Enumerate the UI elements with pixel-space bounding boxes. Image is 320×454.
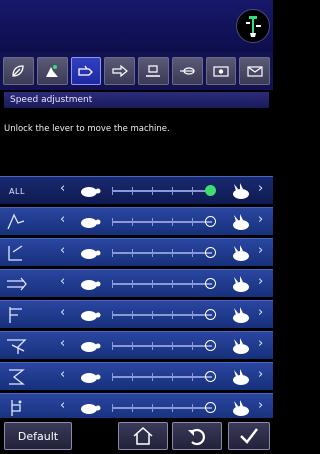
- speed-slider-knob[interactable]: [205, 340, 216, 351]
- rabbit-icon: [233, 400, 249, 416]
- rabbit-icon: [233, 183, 249, 199]
- speed-row-2: ‹ ›: [0, 238, 273, 266]
- check-icon: [240, 428, 258, 444]
- stitch-mode-3-icon: [7, 277, 27, 291]
- stitch-mode-1-icon: [7, 213, 25, 230]
- rabbit-icon: [233, 245, 249, 261]
- speed-row-5: ‹ ›: [0, 331, 273, 359]
- tab-arrow-right[interactable]: [104, 57, 135, 85]
- message-panel: Unlock the lever to move the machine.: [0, 110, 273, 176]
- tool-tab-bar: [0, 52, 273, 90]
- turtle-icon: [81, 249, 101, 259]
- turtle-icon: [81, 311, 101, 321]
- speed-slider-knob[interactable]: [205, 247, 216, 258]
- decrease-arrow-icon[interactable]: ‹: [60, 212, 65, 227]
- increase-arrow-icon[interactable]: ›: [258, 212, 263, 227]
- stitch-mode-6-icon: [9, 369, 25, 385]
- turtle-icon: [81, 218, 101, 228]
- decrease-arrow-icon[interactable]: ‹: [60, 243, 65, 258]
- rabbit-icon: [233, 214, 249, 230]
- bottom-bar: Default: [0, 418, 273, 454]
- tab-leaf[interactable]: [3, 57, 34, 85]
- home-button[interactable]: [118, 422, 168, 450]
- tab-speed-foot[interactable]: [70, 57, 102, 85]
- ok-button[interactable]: [228, 422, 270, 450]
- undo-icon: [188, 428, 205, 446]
- thread-icon: [180, 67, 195, 75]
- speed-row-4: ‹ ›: [0, 300, 273, 328]
- stitch-mode-7-icon: [11, 400, 22, 416]
- increase-arrow-icon[interactable]: ›: [258, 305, 263, 320]
- decrease-arrow-icon[interactable]: ‹: [60, 181, 65, 196]
- increase-arrow-icon[interactable]: ›: [258, 274, 263, 289]
- section-title: Speed adjustment: [4, 92, 269, 108]
- speed-rows: ALL ‹ › ‹ › ‹ › ‹ › ‹ › ‹ › ‹ › ‹ ›: [0, 176, 273, 424]
- rabbit-icon: [233, 338, 249, 354]
- rabbit-icon: [233, 369, 249, 385]
- arrow-right-icon: [112, 64, 128, 78]
- all-label: ALL: [9, 186, 25, 196]
- rabbit-icon: [233, 307, 249, 323]
- speed-row-1: ‹ ›: [0, 207, 273, 235]
- sewing-machine-icon[interactable]: [236, 9, 270, 43]
- tab-presser-foot[interactable]: [36, 57, 68, 85]
- speed-slider-knob[interactable]: [205, 402, 216, 413]
- decrease-arrow-icon[interactable]: ‹: [60, 367, 65, 382]
- speed-slider-knob[interactable]: [205, 371, 216, 382]
- speed-row-3: ‹ ›: [0, 269, 273, 297]
- speed-slider-track[interactable]: [112, 311, 212, 319]
- increase-arrow-icon[interactable]: ›: [258, 243, 263, 258]
- turtle-icon: [81, 280, 101, 290]
- speed-slider-track[interactable]: [112, 218, 212, 226]
- speed-slider-track[interactable]: [112, 342, 212, 350]
- stitch-icon: [146, 65, 161, 77]
- increase-arrow-icon[interactable]: ›: [258, 398, 263, 413]
- speed-row-6: ‹ ›: [0, 362, 273, 390]
- turtle-icon: [81, 373, 101, 383]
- tab-stitch[interactable]: [138, 57, 169, 85]
- turtle-icon: [81, 187, 101, 197]
- speed-slider-track[interactable]: [112, 249, 212, 257]
- increase-arrow-icon[interactable]: ›: [258, 181, 263, 196]
- speed-row-all: ALL ‹ ›: [0, 176, 273, 204]
- speed-slider-track[interactable]: [112, 373, 212, 381]
- stitch-mode-5-icon: [7, 339, 27, 354]
- tab-mail[interactable]: [239, 57, 270, 85]
- speed-slider-track[interactable]: [112, 404, 212, 412]
- speed-slider-track[interactable]: [112, 187, 212, 195]
- speed-row-7: ‹ ›: [0, 393, 273, 421]
- increase-arrow-icon[interactable]: ›: [258, 336, 263, 351]
- tab-card[interactable]: [205, 57, 237, 85]
- turtle-icon: [81, 342, 101, 352]
- increase-arrow-icon[interactable]: ›: [258, 367, 263, 382]
- speed-slider-knob[interactable]: [205, 216, 216, 227]
- tab-thread[interactable]: [171, 57, 203, 85]
- top-bar: [0, 0, 273, 52]
- stitch-mode-4-icon: [9, 307, 22, 323]
- default-button[interactable]: Default: [4, 422, 72, 450]
- stitch-mode-2-icon: [8, 245, 23, 261]
- home-icon: [133, 426, 153, 445]
- rabbit-icon: [233, 276, 249, 292]
- decrease-arrow-icon[interactable]: ‹: [60, 336, 65, 351]
- turtle-icon: [81, 404, 101, 414]
- decrease-arrow-icon[interactable]: ‹: [60, 305, 65, 320]
- speed-slider-knob[interactable]: [205, 278, 216, 289]
- mail-icon: [247, 66, 263, 77]
- undo-button[interactable]: [172, 422, 222, 450]
- decrease-arrow-icon[interactable]: ‹: [60, 398, 65, 413]
- speed-slider-track[interactable]: [112, 280, 212, 288]
- speed-slider-knob[interactable]: [205, 185, 216, 196]
- speed-foot-icon: [78, 65, 93, 76]
- speed-slider-knob[interactable]: [205, 309, 216, 320]
- lever-message: Unlock the lever to move the machine.: [4, 124, 170, 134]
- decrease-arrow-icon[interactable]: ‹: [60, 274, 65, 289]
- card-icon: [213, 66, 229, 77]
- leaf-icon: [12, 65, 25, 77]
- presser-foot-icon: [46, 65, 59, 77]
